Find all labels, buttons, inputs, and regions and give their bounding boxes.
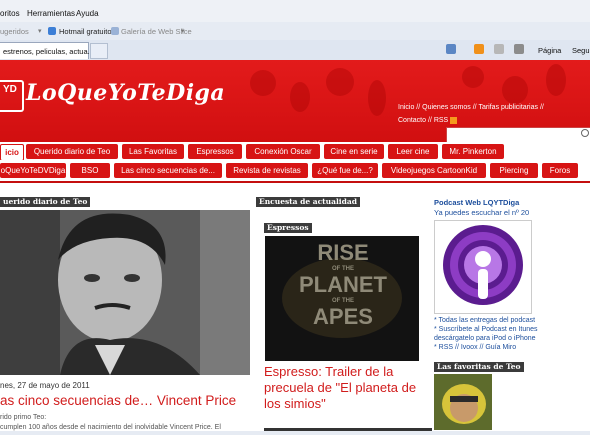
browser-menubar: oritos Herramientas Ayuda	[0, 0, 590, 23]
favorites-bar: ugeridos ▾ Hotmail gratuito Galería de W…	[0, 22, 590, 41]
nav-revista-de-revistas[interactable]: Revista de revistas	[226, 163, 308, 178]
nav-cinco-secuencias[interactable]: Las cinco secuencias de...	[114, 163, 222, 178]
menu-ayuda[interactable]: Ayuda	[76, 9, 99, 18]
article-date: nes, 27 de mayo de 2011	[0, 381, 90, 390]
espresso-title[interactable]: Espresso: Trailer de la precuela de "El …	[264, 364, 434, 412]
webslice-icon	[111, 27, 119, 35]
separator: //	[539, 104, 544, 111]
nav-leer-cine[interactable]: Leer cine	[388, 144, 438, 159]
separator: //	[427, 117, 432, 124]
new-tab-button[interactable]	[90, 43, 108, 59]
poster-image[interactable]: RISE OF THE PLANET OF THE APES	[265, 236, 419, 361]
secondary-nav: oQueYoTeDVDiga BSO Las cinco secuencias …	[0, 160, 590, 182]
favorite-movie-image[interactable]	[434, 374, 492, 430]
link-rss[interactable]: RSS	[434, 117, 448, 124]
site-logo[interactable]: LoQueYoTeDiga	[26, 80, 225, 106]
fav-hotmail[interactable]: Hotmail gratuito	[59, 27, 112, 36]
nav-cine-en-serie[interactable]: Cine en serie	[324, 144, 384, 159]
security-menu[interactable]: Segu	[572, 46, 590, 55]
link-contacto[interactable]: Contacto	[398, 117, 426, 124]
rss-icon[interactable]	[450, 116, 458, 124]
podcast-link-itunes[interactable]: * Suscríbete al Podcast en Itunes	[434, 325, 586, 334]
menu-favoritos[interactable]: oritos	[0, 9, 20, 18]
podcast-logo	[443, 225, 523, 305]
poster-word: RISE	[317, 240, 369, 265]
nav-loqueyotedvdiga[interactable]: oQueYoTeDVDiga	[0, 163, 66, 178]
header-decoration	[290, 82, 310, 112]
section-label: uerido diario de Teo	[0, 197, 91, 207]
nav-mr-pinkerton[interactable]: Mr. Pinkerton	[442, 144, 504, 159]
podcast-icon[interactable]	[434, 220, 532, 314]
nav-las-favoritas[interactable]: Las Favoritas	[122, 144, 184, 159]
favorite-thumbnail	[434, 374, 492, 430]
header-decoration	[462, 66, 484, 88]
header-decoration	[326, 68, 354, 96]
top-links: Inicio // Quienes somos // Tarifas publi…	[398, 101, 588, 127]
header-decoration	[250, 70, 276, 96]
nav-piercing[interactable]: Piercing	[490, 163, 538, 178]
poster-word: PLANET	[299, 272, 387, 297]
browser-tab-active[interactable]: estrenos, peliculas, actua...	[0, 42, 94, 59]
fav-sugeridos[interactable]: ugeridos	[0, 27, 29, 36]
section-label: Las favoritas de Teo	[434, 362, 524, 372]
link-quienes-somos[interactable]: Quienes somos	[422, 104, 471, 111]
mail-icon[interactable]	[494, 44, 504, 54]
podcast-subtitle: Ya puedes escuchar el nº 20	[434, 208, 530, 217]
podcast-link-rss[interactable]: * RSS // Ivoox // Guía Miro	[434, 343, 586, 352]
print-icon[interactable]	[514, 44, 524, 54]
article-photo[interactable]	[0, 210, 250, 375]
link-inicio[interactable]: Inicio	[398, 104, 414, 111]
search-icon[interactable]	[581, 129, 589, 137]
site-logo-badge[interactable]: YD	[0, 80, 24, 112]
section-label: Encuesta de actualidad	[256, 197, 360, 207]
nav-divider	[0, 181, 590, 183]
search-input[interactable]	[446, 127, 590, 143]
home-icon[interactable]	[446, 44, 456, 54]
feeds-icon[interactable]	[474, 44, 484, 54]
main-nav: icio Querido diario de Teo Las Favoritas…	[0, 142, 590, 161]
browser-status-strip	[0, 431, 590, 435]
podcast-link-all[interactable]: * Todas las entregas del podcast	[434, 316, 586, 325]
nav-inicio[interactable]: icio	[0, 144, 24, 161]
portrait-image	[0, 210, 250, 375]
poster-title: RISE OF THE PLANET OF THE APES	[293, 242, 393, 328]
header-decoration	[546, 64, 566, 96]
header-decoration	[502, 76, 528, 104]
nav-foros[interactable]: Foros	[542, 163, 578, 178]
tab-title: estrenos, peliculas, actua...	[3, 47, 94, 56]
nav-espressos[interactable]: Espressos	[188, 144, 242, 159]
nav-querido-diario[interactable]: Querido diario de Teo	[26, 144, 118, 159]
poster-word: APES	[313, 304, 373, 329]
separator: //	[472, 104, 477, 111]
page-menu[interactable]: Página	[538, 46, 561, 55]
article-title[interactable]: as cinco secuencias de… Vincent Price	[0, 393, 236, 408]
dropdown-icon[interactable]: ▾	[38, 27, 42, 35]
hotmail-icon	[48, 27, 56, 35]
nav-videojuegos[interactable]: Videojuegos CartoonKid	[382, 163, 486, 178]
category-tag[interactable]: Espressos	[264, 223, 312, 233]
podcast-link-ipod: descárgatelo para iPod o iPhone	[434, 335, 536, 342]
nav-conexion-oscar[interactable]: Conexión Oscar	[246, 144, 320, 159]
separator: //	[416, 104, 421, 111]
logo-abbr: YD	[3, 84, 17, 95]
dropdown-icon[interactable]: ▾	[181, 27, 185, 35]
nav-bso[interactable]: BSO	[70, 163, 110, 178]
nav-que-fue-de[interactable]: ¿Qué fue de...?	[312, 163, 378, 178]
menu-herramientas[interactable]: Herramientas	[27, 9, 75, 18]
link-tarifas[interactable]: Tarifas publicitarias	[478, 104, 538, 111]
podcast-title[interactable]: Podcast Web LQYTDiga	[434, 198, 519, 207]
article-excerpt: cumplen 100 años desde el nacimiento del…	[0, 424, 221, 431]
header-decoration	[368, 80, 386, 116]
podcast-links: * Todas las entregas del podcast * Suscr…	[434, 316, 586, 352]
article-salutation: rido primo Teo:	[0, 414, 47, 421]
